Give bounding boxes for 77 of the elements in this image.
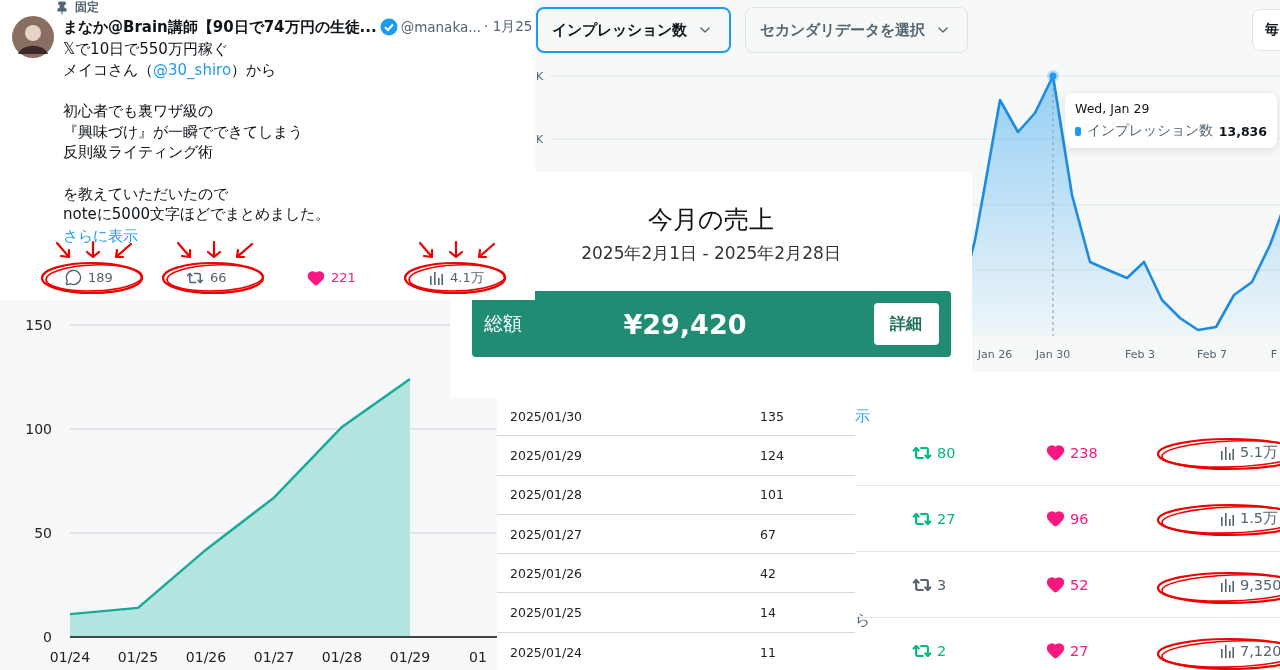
x-axis-label: 01/28 [321,649,363,665]
like-button[interactable]: 221 [305,266,358,289]
bar-chart-icon [1219,576,1235,593]
x-axis-label: F [1270,348,1277,361]
total-amount: ¥29,420 [623,308,748,340]
table-cell-text: 11 [760,644,777,660]
tooltip-series: インプレッション数 [1086,122,1213,140]
x-axis-label: Jan 26 [977,348,1013,361]
post-text-line: noteに5000文字ほどでまとめました。 [63,204,331,225]
secondary-data-dropdown[interactable]: セカンダリデータを選択 [745,7,968,53]
x-axis-label: Feb 7 [1197,348,1227,361]
y-axis-label: 50 [34,525,52,541]
peak-marker [1047,70,1059,82]
table-cell-text: 124 [760,447,785,463]
sales-period: 2025年2月1日 - 2025年2月28日 [581,242,841,265]
tooltip-date: Wed, Jan 29 [1075,101,1151,116]
table-cell-text: 2025/01/28 [510,487,584,503]
table-cell-text: 2025/01/30 [510,408,584,424]
sales-title: 今月の売上 [648,204,774,236]
table-cell-text: 101 [760,487,785,503]
heart-icon [1046,641,1065,660]
post-time[interactable]: · 1月25 [484,18,533,36]
x-axis-label: 01/29 [389,649,431,665]
post-text-line: 𝕏で10日で550万円稼ぐ [63,39,229,60]
bar-chart-icon [1219,642,1235,659]
x-axis-label: 01/27 [253,649,295,665]
show-more-link[interactable]: さらに表示 [63,224,138,247]
post-text-line: 初心者でも裏ワザ級の [63,101,214,122]
y-axis-label: 100 [25,421,52,437]
detail-button[interactable]: 詳細 [873,303,939,345]
table-cell-text: 2025/01/25 [510,605,584,621]
like-button[interactable]: 52 [1046,575,1089,594]
x-axis-label: 01 [469,649,487,665]
author-name[interactable]: まなか@Brain講師【90日で74万円の生徒... [63,17,377,37]
period-button[interactable]: 毎 [1252,9,1280,51]
table-cell-text: 42 [760,565,777,581]
avatar[interactable] [12,16,54,58]
table-cell-text: 135 [760,408,785,424]
x-axis-label: 01/25 [117,649,159,665]
post-text-line: 『興味づけ』が一瞬でできてしまう [63,121,304,142]
like-button[interactable]: 238 [1046,443,1098,462]
post-text-line: メイコさん（@30_shiro）から [63,59,278,80]
pinned-label: 固定 [75,0,99,15]
table-cell-text: 14 [760,605,777,621]
clipped-text: 示 [855,407,870,426]
heart-icon [1046,443,1065,462]
heart-icon [307,268,325,287]
y-axis-label: K [536,133,544,146]
total-label: 総額 [483,311,523,336]
y-axis-label: K [536,70,544,83]
heart-icon [1046,575,1065,594]
table-cell-text: 2025/01/27 [510,526,584,542]
table-cell-text: 2025/01/26 [510,565,584,581]
x-axis-label: Feb 3 [1125,348,1155,361]
like-button[interactable]: 96 [1046,509,1089,528]
table-cell-text: 2025/01/29 [510,447,584,463]
bar-chart-icon [1219,510,1235,527]
post-text-line: 反則級ライティング術 [63,142,214,163]
table-cell-text: 67 [760,526,777,542]
clipped-text: ら [855,611,870,630]
metric-dropdown[interactable]: インプレッション数 [536,7,731,53]
speech-bubble-icon [65,268,82,286]
bar-chart-icon [1219,444,1235,461]
x-axis-label: 01/24 [49,649,91,665]
y-axis-label: 0 [43,629,52,645]
table-cell-text: 2025/01/24 [510,644,584,660]
x-axis-label: Jan 30 [1035,348,1071,361]
bar-chart-icon [428,269,444,286]
heart-icon [1046,509,1065,528]
repost-button[interactable]: 3 [912,574,947,595]
tooltip-value: 13,836 [1218,123,1267,139]
x-axis-label: 01/26 [185,649,227,665]
post-text-line: を教えていただいたので [63,183,229,204]
pin-icon [55,0,69,15]
y-axis-label: 150 [25,317,52,333]
author-handle[interactable]: @manaka... [400,19,482,35]
like-button[interactable]: 27 [1046,641,1089,660]
